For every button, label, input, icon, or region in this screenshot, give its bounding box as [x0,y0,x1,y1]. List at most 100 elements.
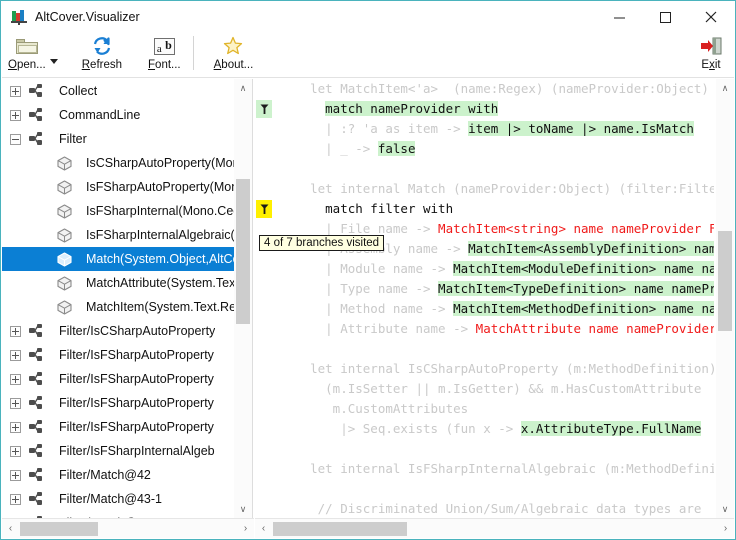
tree-item-label: Filter/IsFSharpAutoProperty [59,348,214,362]
tree-item[interactable]: Match(System.Object,AltCo [2,247,234,271]
tree-hscroll-thumb[interactable] [20,522,98,536]
code-line [254,439,714,459]
code-line-text: | Type name -> MatchItem<TypeDefinition>… [256,281,714,296]
refresh-button-label: Refresh [81,59,123,71]
exit-button[interactable]: Exit [692,32,730,71]
code-span-dim: | Module name -> [280,261,454,276]
tree-item[interactable]: IsFSharpInternalAlgebraic(M [2,223,234,247]
code-hscroll-left-arrow[interactable]: ‹ [255,519,272,538]
code-span-dim: | :? 'a as item -> [280,121,469,136]
code-scroll-thumb[interactable] [718,231,732,331]
code-span-dim: (m.IsSetter || m.IsGetter) && m.HasCusto… [280,381,702,396]
tree-scroll-down-arrow[interactable]: ∨ [234,500,252,518]
tree-item[interactable]: Filter/IsFSharpAutoProperty [2,367,234,391]
tree-item[interactable]: IsFSharpInternal(Mono.Ceci [2,199,234,223]
tree-item[interactable]: MatchAttribute(System.Text [2,271,234,295]
tree-scroll-up-arrow[interactable]: ∧ [234,79,252,97]
tree-item[interactable]: MatchItem(System.Text.Reg [2,295,234,319]
tree-item[interactable]: CommandLine [2,103,234,127]
tree-hscroll-right-arrow[interactable]: › [237,519,254,538]
tree-scroll-thumb[interactable] [236,179,250,324]
expand-icon[interactable] [10,397,21,409]
tree-item[interactable]: IsCSharpAutoProperty(Mono [2,151,234,175]
tree-item[interactable]: Filter/Match@44-2 [2,511,234,518]
open-button[interactable]: Open... [2,32,52,71]
method-icon [57,275,79,291]
tree-item-label: Filter/IsFSharpAutoProperty [59,372,214,386]
code-line-text: match filter with [256,201,453,216]
expand-icon[interactable] [10,421,21,433]
tree-item-label: MatchAttribute(System.Text [86,276,234,290]
tree-horizontal-scrollbar[interactable]: ‹ › [2,518,254,538]
tree-item[interactable]: Filter/IsFSharpAutoProperty [2,415,234,439]
namespace-icon [29,324,52,338]
namespace-icon [29,468,52,482]
tree-item[interactable]: Filter/Match@43-1 [2,487,234,511]
font-button[interactable]: ab Font... [142,32,187,71]
collapse-icon[interactable] [10,133,21,145]
method-icon [57,299,79,315]
code-line: | Type name -> MatchItem<TypeDefinition>… [254,279,714,299]
code-line: | :? 'a as item -> item |> toName |> nam… [254,119,714,139]
expand-icon[interactable] [10,325,21,337]
code-line-text: |> Seq.exists (fun x -> x.AttributeType.… [256,421,702,436]
code-line [254,339,714,359]
expand-icon[interactable] [10,469,21,481]
tree-item-label: IsCSharpAutoProperty(Mono [86,156,234,170]
branch-icon[interactable] [256,100,272,118]
tree-item[interactable]: Filter/Match@42 [2,463,234,487]
tree-item-label: Filter/Match@42 [59,468,151,482]
code-span-dim: let MatchItem<'a> (name:Regex) (nameProv… [280,81,709,96]
tree-item[interactable]: Filter/IsFSharpInternalAlgeb [2,439,234,463]
tree-item[interactable]: Filter/IsFSharpAutoProperty [2,343,234,367]
code-line-text: | _ -> false [256,141,416,156]
tree-item-label: Match(System.Object,AltCo [86,252,234,266]
code-line-text: | Module name -> MatchItem<ModuleDefinit… [256,261,714,276]
minimize-button[interactable] [596,2,642,32]
close-button[interactable] [688,2,734,32]
tree-item[interactable]: IsFSharpAutoProperty(Mono [2,175,234,199]
code-vertical-scrollbar[interactable]: ∧ ∨ [716,79,734,518]
chart-bars-icon [11,9,27,25]
tree-hscroll-left-arrow[interactable]: ‹ [2,519,19,538]
tree-item[interactable]: Collect [2,79,234,103]
code-hscroll-thumb[interactable] [273,522,407,536]
code-span-vis: MatchItem<TypeDefinition> name namePr [438,281,714,296]
branch-icon[interactable] [256,200,272,218]
tree-item[interactable]: Filter [2,127,234,151]
source-code-view[interactable]: let MatchItem<'a> (name:Regex) (nameProv… [254,79,714,518]
tree-item[interactable]: Filter/IsFSharpAutoProperty [2,391,234,415]
code-panel: let MatchItem<'a> (name:Regex) (nameProv… [254,79,734,518]
tree-item[interactable]: Filter/IsCSharpAutoProperty [2,319,234,343]
branch-tooltip: 4 of 7 branches visited [259,235,385,251]
code-scroll-down-arrow[interactable]: ∨ [716,500,734,518]
tree-vertical-scrollbar[interactable]: ∧ ∨ [234,79,252,518]
code-span-vis: MatchItem<MethodDefinition> name na [453,301,714,316]
code-span-vis: MatchItem<AssemblyDefinition> nam [468,241,714,256]
code-span-dim: | File name -> [280,221,439,236]
maximize-button[interactable] [642,2,688,32]
font-button-label: Font... [148,59,181,71]
code-line: | Attribute name -> MatchAttribute name … [254,319,714,339]
expand-icon[interactable] [10,493,21,505]
toolbar: Open... Refresh ab Font... About... Exit [2,32,734,78]
code-span-vis: false [377,141,416,156]
window-controls [596,2,734,32]
expand-icon[interactable] [10,445,21,457]
code-scroll-up-arrow[interactable]: ∧ [716,79,734,97]
about-button[interactable]: About... [208,32,260,71]
coverage-tree[interactable]: Collect CommandLine Filter IsCSharpAutoProp… [2,79,234,518]
expand-icon[interactable] [10,373,21,385]
expand-icon[interactable] [10,85,21,97]
code-horizontal-scrollbar[interactable]: ‹ › [255,518,734,538]
toolbar-separator [192,36,194,70]
code-hscroll-right-arrow[interactable]: › [717,519,734,538]
refresh-button[interactable]: Refresh [76,32,128,71]
code-span-dim: |> Seq.exists (fun x -> [280,421,521,436]
method-icon [57,251,79,267]
expand-icon[interactable] [10,349,21,361]
tree-item-label: Filter/Match@43-1 [59,492,162,506]
expand-icon[interactable] [10,109,21,121]
